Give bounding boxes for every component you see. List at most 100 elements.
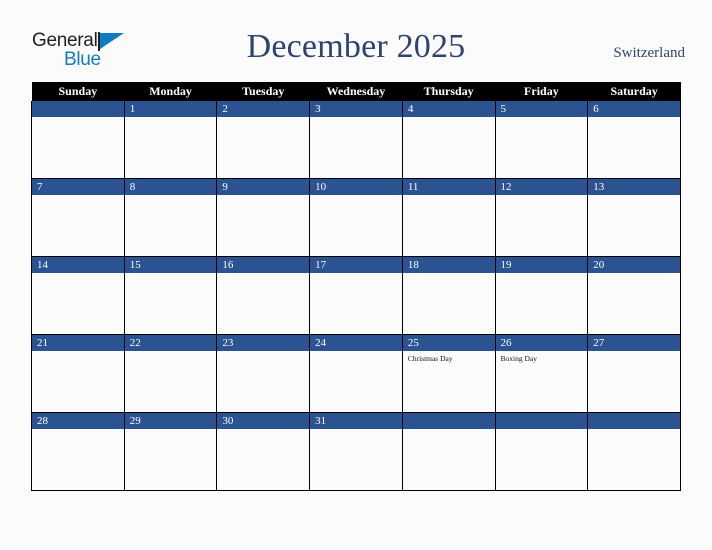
day-cell-inner: 10: [310, 179, 402, 256]
calendar-day-cell[interactable]: 18: [401, 256, 496, 335]
calendar-day-cell[interactable]: 12: [494, 178, 589, 257]
day-number: 6: [588, 101, 680, 117]
day-cell-inner: 11: [402, 179, 495, 256]
day-cell-inner: 8: [124, 179, 217, 256]
day-cell-inner: 21: [32, 335, 124, 412]
day-events: [217, 195, 309, 198]
calendar-week-row: 7 8 9 10 11 12 13: [31, 178, 681, 257]
page-header: General Blue December 2025 Switzerland: [0, 0, 712, 82]
day-cell-inner: 17: [310, 257, 402, 334]
calendar-day-cell[interactable]: 11: [401, 178, 496, 257]
day-number: 25: [402, 335, 495, 351]
day-number: 14: [32, 257, 124, 273]
calendar-day-cell[interactable]: 21: [31, 334, 125, 413]
calendar-day-cell[interactable]: [401, 412, 496, 491]
calendar-day-cell[interactable]: 17: [309, 256, 403, 335]
calendar-day-cell[interactable]: 9: [216, 178, 311, 257]
day-number: 21: [32, 335, 124, 351]
calendar-page: General Blue December 2025 Switzerland S…: [0, 0, 712, 550]
weekday-header-friday: Friday: [495, 82, 588, 101]
calendar-day-cell[interactable]: 13: [587, 178, 681, 257]
day-cell-inner: 20: [588, 257, 680, 334]
calendar-day-cell[interactable]: 2: [216, 101, 311, 179]
day-cell-inner: 2: [217, 101, 310, 178]
day-cell-inner: [32, 101, 124, 178]
weekday-header-wednesday: Wednesday: [309, 82, 403, 101]
calendar-day-cell[interactable]: 15: [123, 256, 218, 335]
day-number: 24: [310, 335, 402, 351]
day-cell-inner: 3: [310, 101, 402, 178]
day-events: [588, 117, 680, 120]
calendar-day-cell[interactable]: 22: [123, 334, 218, 413]
calendar-day-cell[interactable]: 28: [31, 412, 125, 491]
day-cell-inner: 1: [124, 101, 217, 178]
day-cell-inner: 30: [217, 413, 310, 490]
calendar-day-cell[interactable]: 10: [309, 178, 403, 257]
day-number: 31: [310, 413, 402, 429]
day-cell-inner: 26 Boxing Day: [495, 335, 588, 412]
day-events: [310, 429, 402, 432]
day-cell-inner: [495, 413, 588, 490]
calendar-week-row: 123456: [31, 101, 681, 179]
calendar-day-cell[interactable]: [587, 412, 681, 491]
day-events: [217, 351, 309, 354]
day-number: 8: [124, 179, 217, 195]
day-events: [310, 117, 402, 120]
day-events: [403, 429, 495, 432]
calendar-day-cell[interactable]: 23: [216, 334, 311, 413]
calendar-day-cell[interactable]: 5: [494, 101, 589, 179]
day-number: 29: [124, 413, 217, 429]
day-events: [496, 273, 588, 276]
day-events: [588, 273, 680, 276]
day-number: 1: [124, 101, 217, 117]
day-events: [125, 273, 217, 276]
day-events: [217, 273, 309, 276]
calendar-day-cell[interactable]: 31: [309, 412, 403, 491]
calendar-day-cell[interactable]: 14: [31, 256, 125, 335]
calendar-day-cell[interactable]: 8: [123, 178, 218, 257]
calendar-day-cell[interactable]: 6: [587, 101, 681, 179]
day-events: [403, 273, 495, 276]
calendar-day-cell[interactable]: 19: [494, 256, 589, 335]
day-events: [496, 195, 588, 198]
calendar-day-cell[interactable]: [31, 101, 125, 179]
calendar-body: 1 2 3 4 5 6 7 8 9 10 11 12 13 14 15 16 17 18 19 20 21 22 23 24 2…: [31, 101, 681, 491]
calendar-day-cell[interactable]: 1: [123, 101, 218, 179]
calendar-day-cell[interactable]: 7: [31, 178, 125, 257]
day-events: Boxing Day: [496, 351, 588, 364]
day-events: Christmas Day: [403, 351, 495, 364]
calendar-day-cell[interactable]: 20: [587, 256, 681, 335]
day-number: [402, 413, 495, 429]
day-cell-inner: 4: [402, 101, 495, 178]
weekday-header-sunday: Sunday: [31, 82, 125, 101]
day-number: 13: [588, 179, 680, 195]
calendar-day-cell[interactable]: 30: [216, 412, 311, 491]
calendar-day-cell[interactable]: 3: [309, 101, 403, 179]
page-title: December 2025: [246, 28, 466, 65]
day-number: 18: [402, 257, 495, 273]
calendar-day-cell[interactable]: 4: [401, 101, 496, 179]
day-cell-inner: 18: [402, 257, 495, 334]
calendar-day-cell[interactable]: 29: [123, 412, 218, 491]
day-cell-inner: 28: [32, 413, 124, 490]
calendar-day-cell[interactable]: [494, 412, 589, 491]
day-cell-inner: [402, 413, 495, 490]
calendar-week-row: 14 15 16 17 18 19 20: [31, 256, 681, 335]
calendar-day-cell[interactable]: 27: [587, 334, 681, 413]
day-events: [496, 429, 588, 432]
day-number: 28: [32, 413, 124, 429]
calendar-week-row: 28 29 30 31: [31, 412, 681, 491]
day-number: [588, 413, 680, 429]
weekday-header-thursday: Thursday: [402, 82, 496, 101]
calendar-day-cell[interactable]: 24: [309, 334, 403, 413]
day-cell-inner: 19: [495, 257, 588, 334]
calendar-day-cell[interactable]: 26 Boxing Day: [494, 334, 589, 413]
weekday-header-row: Sunday Monday Tuesday Wednesday Thursday…: [31, 82, 681, 101]
day-cell-inner: 7: [32, 179, 124, 256]
day-events: [310, 351, 402, 354]
calendar-day-cell[interactable]: 16: [216, 256, 311, 335]
day-events: [125, 117, 217, 120]
calendar-day-cell[interactable]: 25 Christmas Day: [401, 334, 496, 413]
day-events: [125, 195, 217, 198]
day-number: 5: [495, 101, 588, 117]
